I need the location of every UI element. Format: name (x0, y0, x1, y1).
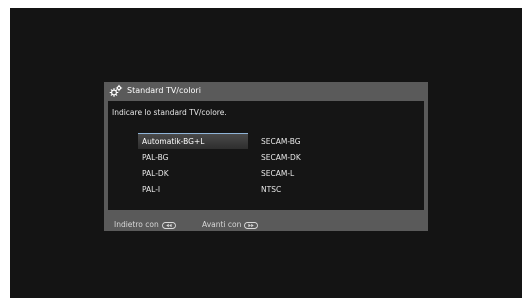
option-pal-dk[interactable]: PAL-DK (142, 169, 169, 179)
forward-label: Avanti con (202, 220, 242, 229)
forward-hint: Avanti con (202, 220, 259, 230)
instruction-text: Indicare lo standard TV/colore. (112, 108, 227, 117)
option-secam-dk[interactable]: SECAM-DK (261, 153, 301, 163)
back-label: Indietro con (114, 220, 159, 229)
gears-icon (109, 84, 123, 97)
rewind-key-icon (161, 221, 176, 229)
tv-standard-dialog: Standard TV/colori Indicare lo standard … (104, 82, 428, 231)
option-pal-bg[interactable]: PAL-BG (142, 153, 168, 163)
option-secam-l[interactable]: SECAM-L (261, 169, 294, 179)
option-automatik-bg-l[interactable]: Automatik-BG+L (142, 137, 204, 147)
dialog-header: Standard TV/colori (104, 82, 428, 100)
option-secam-bg[interactable]: SECAM-BG (261, 137, 301, 147)
back-hint: Indietro con (114, 220, 176, 230)
tv-screen: Standard TV/colori Indicare lo standard … (10, 8, 522, 298)
dialog-body: Indicare lo standard TV/colore. Automati… (108, 101, 424, 210)
fast-forward-key-icon (244, 221, 259, 229)
option-pal-i[interactable]: PAL-I (142, 185, 160, 195)
option-ntsc[interactable]: NTSC (261, 185, 281, 195)
dialog-title: Standard TV/colori (127, 86, 201, 95)
